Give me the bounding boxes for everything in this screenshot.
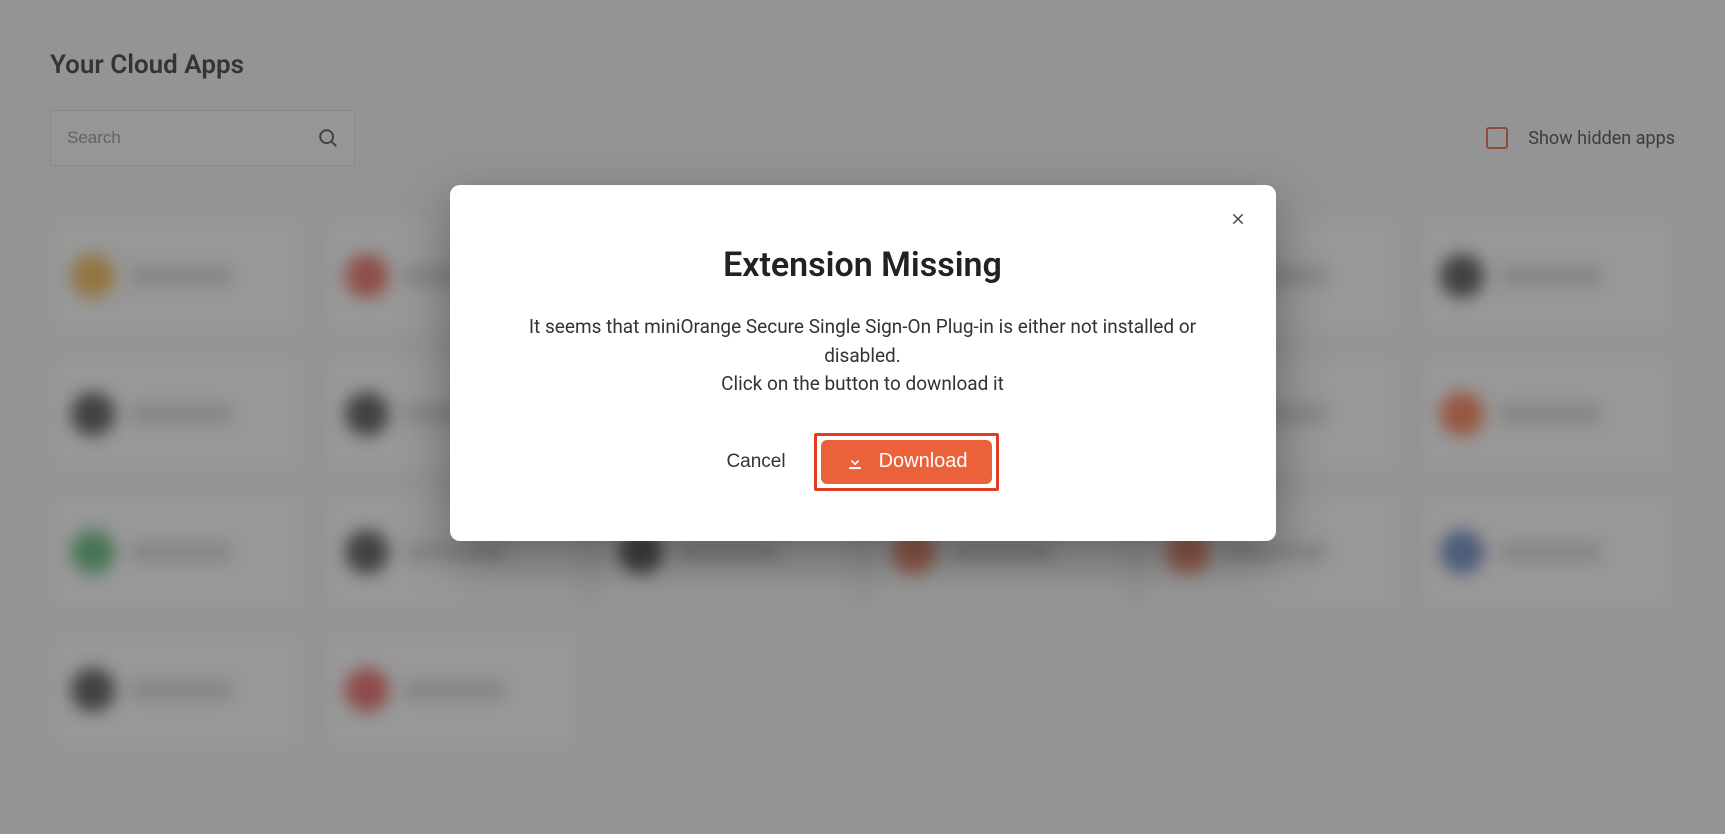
download-icon: [845, 452, 865, 472]
download-button[interactable]: Download: [821, 440, 992, 484]
modal-body-line2: Click on the button to download it: [490, 370, 1236, 399]
close-button[interactable]: [1224, 205, 1252, 233]
download-label: Download: [879, 450, 968, 473]
cancel-button[interactable]: Cancel: [726, 451, 785, 473]
download-highlight-frame: Download: [814, 433, 999, 491]
modal-overlay: Extension Missing It seems that miniOran…: [0, 0, 1725, 834]
extension-missing-modal: Extension Missing It seems that miniOran…: [450, 185, 1276, 541]
close-icon: [1230, 211, 1246, 227]
modal-actions: Cancel Download: [490, 433, 1236, 491]
modal-body-line1: It seems that miniOrange Secure Single S…: [490, 313, 1236, 370]
modal-title: Extension Missing: [490, 245, 1236, 285]
modal-body: It seems that miniOrange Secure Single S…: [490, 313, 1236, 399]
